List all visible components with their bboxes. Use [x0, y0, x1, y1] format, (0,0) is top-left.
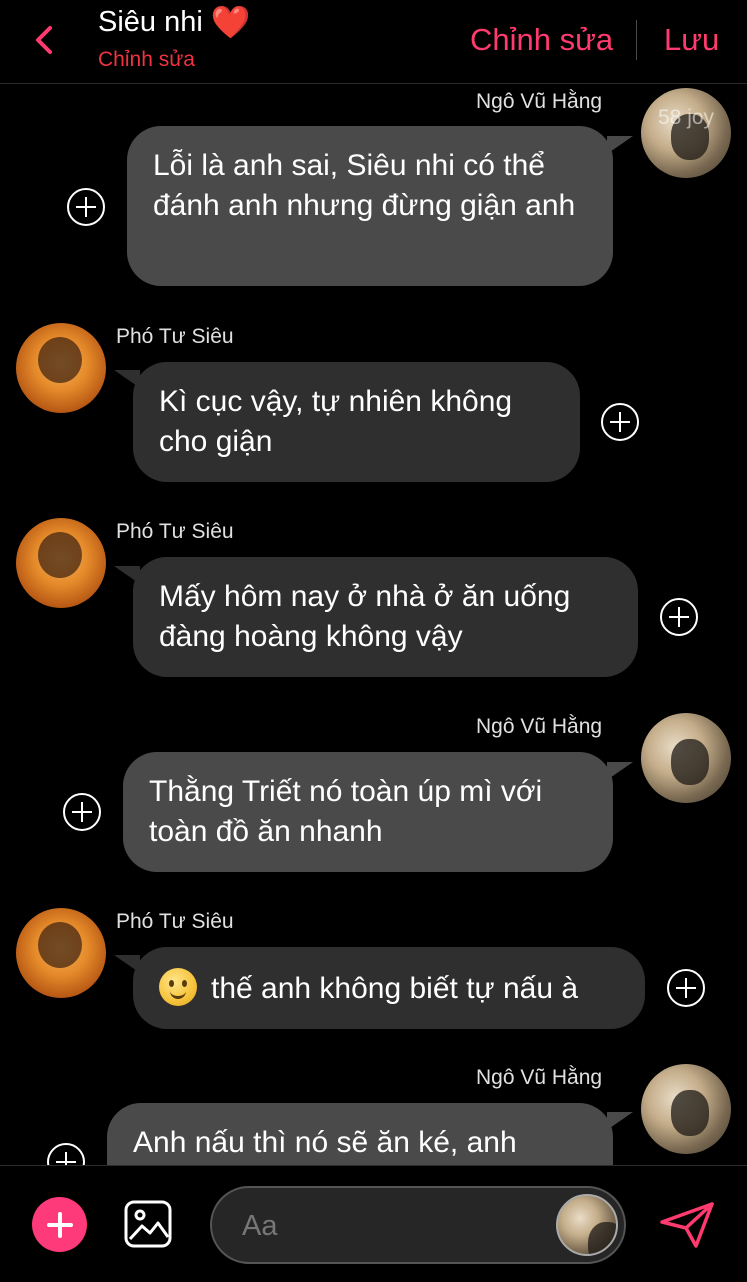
chevron-left-icon[interactable] [30, 22, 60, 58]
avatar[interactable] [16, 518, 106, 608]
edit-button[interactable]: Chỉnh sửa [470, 22, 613, 58]
chat-title-block: Siêu nhi ❤️ Chỉnh sửa [98, 4, 251, 72]
message-bubble[interactable]: Kì cục vậy, tự nhiên không cho giận [133, 362, 580, 482]
add-reaction-icon[interactable] [67, 188, 105, 226]
heart-icon: ❤️ [210, 4, 251, 40]
message-input[interactable] [240, 1188, 544, 1264]
watermark: 58 joy [658, 106, 715, 129]
plus-icon[interactable] [32, 1197, 87, 1252]
message-bubble[interactable]: Lỗi là anh sai, Siêu nhi có thể đánh anh… [127, 126, 613, 286]
message-input-container [210, 1186, 626, 1264]
sender-name: Ngô Vũ Hằng [476, 715, 603, 738]
image-icon[interactable] [123, 1199, 173, 1249]
send-icon[interactable] [658, 1200, 716, 1250]
composer-bar [0, 1165, 747, 1282]
avatar[interactable] [16, 323, 106, 413]
save-button[interactable]: Lưu [664, 22, 719, 58]
chat-title: Siêu nhi ❤️ [98, 4, 251, 40]
message-text: thế anh không biết tự nấu à [211, 972, 579, 1005]
sender-name: Phó Tư Siêu [116, 520, 234, 543]
chat-subtitle[interactable]: Chỉnh sửa [98, 48, 251, 72]
chat-header: Siêu nhi ❤️ Chỉnh sửa Chỉnh sửa Lưu [0, 0, 747, 84]
slightly-smiling-face-icon [159, 968, 197, 1006]
message-bubble[interactable]: Thằng Triết nó toàn úp mì với toàn đồ ăn… [123, 752, 613, 872]
sender-name: Ngô Vũ Hằng [476, 90, 603, 113]
avatar[interactable] [641, 713, 731, 803]
composer-avatar[interactable] [556, 1194, 618, 1256]
add-reaction-icon[interactable] [667, 969, 705, 1007]
header-divider [636, 20, 637, 60]
add-reaction-icon[interactable] [601, 403, 639, 441]
sender-name: Phó Tư Siêu [116, 325, 234, 348]
avatar[interactable] [641, 1064, 731, 1154]
sender-name: Phó Tư Siêu [116, 910, 234, 933]
add-reaction-icon[interactable] [660, 598, 698, 636]
avatar[interactable] [16, 908, 106, 998]
sender-name: Ngô Vũ Hằng [476, 1066, 603, 1089]
chat-title-text: Siêu nhi [98, 6, 203, 38]
message-bubble[interactable]: thế anh không biết tự nấu à [133, 947, 645, 1029]
avatar[interactable] [641, 88, 731, 178]
add-reaction-icon[interactable] [63, 793, 101, 831]
message-bubble[interactable]: Mấy hôm nay ở nhà ở ăn uống đàng hoàng k… [133, 557, 638, 677]
